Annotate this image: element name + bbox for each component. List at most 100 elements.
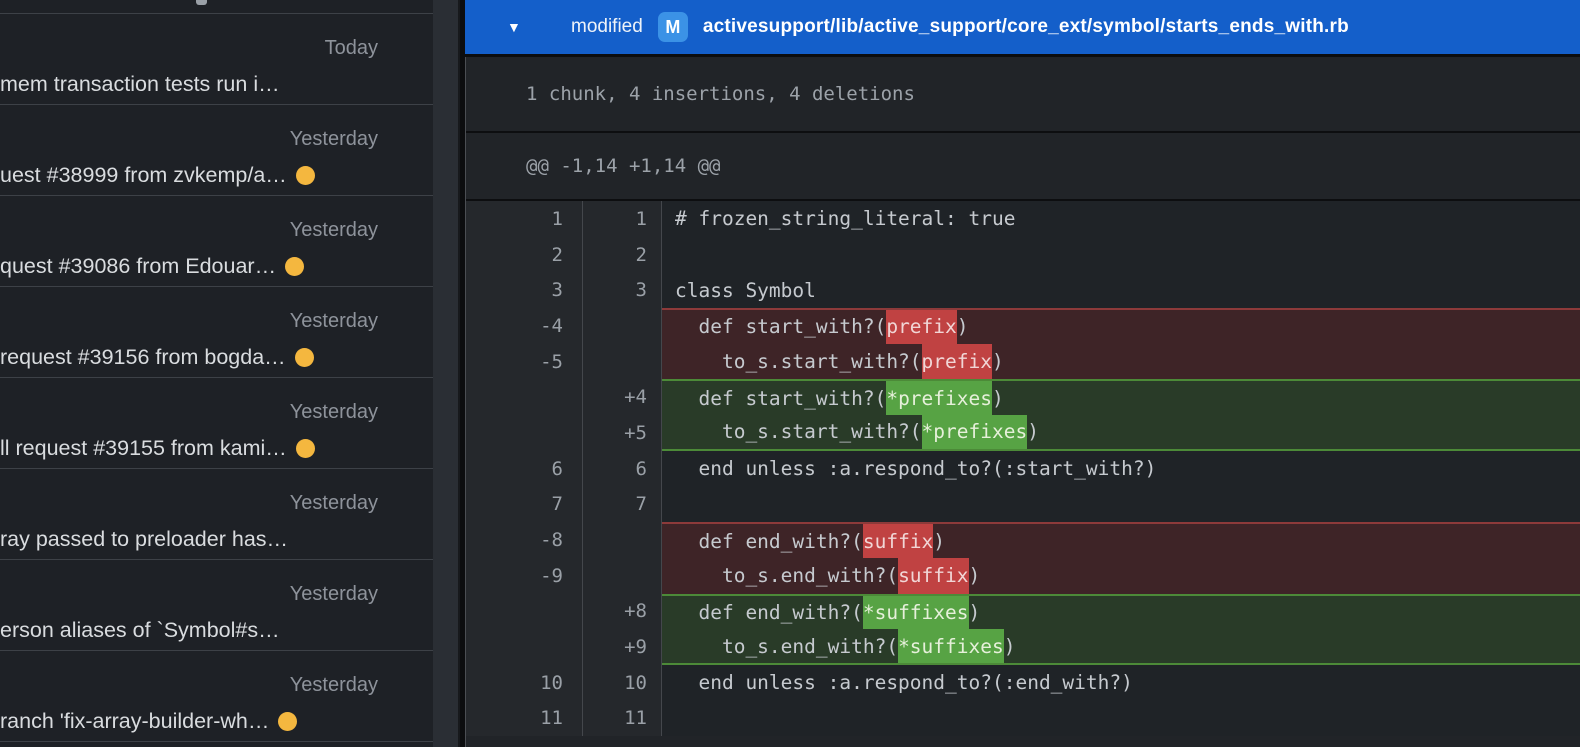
old-line-number: 3: [466, 272, 583, 308]
code-text: ): [933, 524, 945, 558]
code-line: def start_with?(prefix): [662, 308, 1580, 344]
hunk-header-bar[interactable]: @@ -1,14 +1,14 @@: [466, 133, 1580, 201]
old-line-number: [466, 629, 583, 665]
file-header[interactable]: ▼ modified M activesupport/lib/active_su…: [465, 0, 1580, 57]
old-line-number: -8: [466, 522, 583, 558]
commit-message: erson aliases of `Symbol#s…: [0, 617, 280, 643]
code-text: ): [957, 310, 969, 344]
commit-date-label: Yesterday: [0, 492, 378, 515]
commit-list-item[interactable]: Yesterdayquest #39086 from Edouar…: [0, 196, 433, 287]
new-line-number: [583, 522, 662, 558]
code-text: end unless :a.respond_to?(:end_with?): [675, 665, 1133, 701]
commit-list-item[interactable]: Yesterdayranch 'fix-array-builder-wh…: [0, 651, 433, 742]
commit-message-row: ll request #39155 from kami…: [0, 435, 378, 461]
diff-row[interactable]: -4 def start_with?(prefix): [466, 308, 1580, 344]
code-line: to_s.start_with?(prefix): [662, 344, 1580, 380]
code-text: to_s.end_with?(: [675, 558, 898, 594]
diff-row[interactable]: -8 def end_with?(suffix): [466, 522, 1580, 558]
code-line: class Symbol: [662, 272, 1580, 308]
commit-list-item[interactable]: Yesterdayerson aliases of `Symbol#s…: [0, 560, 433, 651]
commit-date-label: Yesterday: [0, 128, 378, 151]
new-line-number: 3: [583, 272, 662, 308]
old-line-number: [466, 594, 583, 630]
diff-row[interactable]: +5 to_s.start_with?(*prefixes): [466, 415, 1580, 451]
commit-list-item[interactable]: Yesterday ray passed to preloader has…: [0, 469, 433, 560]
new-line-number: +9: [583, 629, 662, 665]
old-line-number: 1: [466, 201, 583, 237]
code-text: ): [1004, 629, 1016, 663]
commit-message: mem transaction tests run i…: [0, 71, 280, 97]
code-line: [662, 701, 1580, 737]
diff-row[interactable]: 11 # frozen_string_literal: true: [466, 201, 1580, 237]
old-line-number: 6: [466, 451, 583, 487]
commit-message: ray passed to preloader has…: [0, 526, 288, 552]
code-line: def end_with?(suffix): [662, 522, 1580, 558]
diff-row[interactable]: 1010 end unless :a.respond_to?(:end_with…: [466, 665, 1580, 701]
old-line-number: -4: [466, 308, 583, 344]
code-line: end unless :a.respond_to?(:start_with?): [662, 451, 1580, 487]
new-line-number: 6: [583, 451, 662, 487]
commit-list-item[interactable]: Today mem transaction tests run i…: [0, 14, 433, 105]
old-line-number: 2: [466, 237, 583, 273]
changed-word-highlight: *prefixes: [886, 381, 992, 415]
old-line-number: [466, 415, 583, 451]
chunk-summary-bar: 1 chunk, 4 insertions, 4 deletions: [466, 57, 1580, 133]
code-line: to_s.end_with?(suffix): [662, 558, 1580, 594]
new-line-number: [583, 558, 662, 594]
diff-row[interactable]: 77: [466, 487, 1580, 523]
code-line: [662, 237, 1580, 273]
code-text: to_s.end_with?(: [675, 629, 898, 663]
code-text: to_s.start_with?(: [675, 344, 922, 380]
diff-row[interactable]: 1111: [466, 701, 1580, 737]
code-line: def start_with?(*prefixes): [662, 379, 1580, 415]
commit-date-label: Yesterday: [0, 310, 378, 333]
code-text: # frozen_string_literal: true: [675, 201, 1015, 237]
commit-date-label: Yesterday: [0, 401, 378, 424]
commit-list-item[interactable]: Yesterday ll request #39155 from kami…: [0, 378, 433, 469]
unmerged-status-dot-icon: [285, 257, 304, 276]
diff-row[interactable]: -5 to_s.start_with?(prefix): [466, 344, 1580, 380]
commit-list-item[interactable]: Yesterdayuest #38999 from zvkemp/a…: [0, 105, 433, 196]
new-line-number: 11: [583, 701, 662, 737]
new-line-number: 2: [583, 237, 662, 273]
commit-message-row: ray passed to preloader has…: [0, 526, 378, 552]
code-text: ): [992, 344, 1004, 380]
commit-message: quest #39086 from Edouar…: [0, 253, 276, 279]
collapse-triangle-icon[interactable]: ▼: [507, 19, 523, 35]
diff-row[interactable]: 33class Symbol: [466, 272, 1580, 308]
old-line-number: [466, 379, 583, 415]
code-text: to_s.start_with?(: [675, 415, 922, 449]
diff-row[interactable]: 66 end unless :a.respond_to?(:start_with…: [466, 451, 1580, 487]
code-line: [662, 487, 1580, 523]
new-line-number: [583, 344, 662, 380]
commit-date-label: Today: [0, 37, 378, 60]
code-text: ): [992, 381, 1004, 415]
diff-row[interactable]: +9 to_s.end_with?(*suffixes): [466, 629, 1580, 665]
unmerged-status-dot-icon: [296, 166, 315, 185]
changed-word-highlight: *suffixes: [863, 596, 969, 630]
commit-list-item[interactable]: [0, 0, 433, 14]
new-line-number: 10: [583, 665, 662, 701]
hunk-header-text: @@ -1,14 +1,14 @@: [526, 155, 720, 177]
diff-row[interactable]: -9 to_s.end_with?(suffix): [466, 558, 1580, 594]
code-line: to_s.start_with?(*prefixes): [662, 415, 1580, 451]
panel-divider[interactable]: [433, 0, 458, 747]
changed-word-highlight: *suffixes: [898, 629, 1004, 663]
app-window: Today mem transaction tests run i… Yesterd…: [0, 0, 1580, 747]
chunk-summary-text: 1 chunk, 4 insertions, 4 deletions: [526, 83, 915, 105]
old-line-number: 11: [466, 701, 583, 737]
old-line-number: 7: [466, 487, 583, 523]
commit-list-item[interactable]: Yesterday request #39156 from bogda…: [0, 287, 433, 378]
unmerged-status-dot-icon: [295, 348, 314, 367]
diff-row[interactable]: +4 def start_with?(*prefixes): [466, 379, 1580, 415]
commit-message-row: request #39156 from bogda…: [0, 344, 378, 370]
new-line-number: 1: [583, 201, 662, 237]
diff-row[interactable]: 22: [466, 237, 1580, 273]
diff-row[interactable]: +8 def end_with?(*suffixes): [466, 594, 1580, 630]
code-text: ): [969, 596, 981, 630]
commit-message-row: erson aliases of `Symbol#s…: [0, 617, 378, 643]
code-text: ): [1027, 415, 1039, 449]
commit-message-row: mem transaction tests run i…: [0, 71, 378, 97]
code-text: def start_with?(: [675, 310, 886, 344]
diff-table: 11# frozen_string_literal: true2233class…: [466, 201, 1580, 747]
